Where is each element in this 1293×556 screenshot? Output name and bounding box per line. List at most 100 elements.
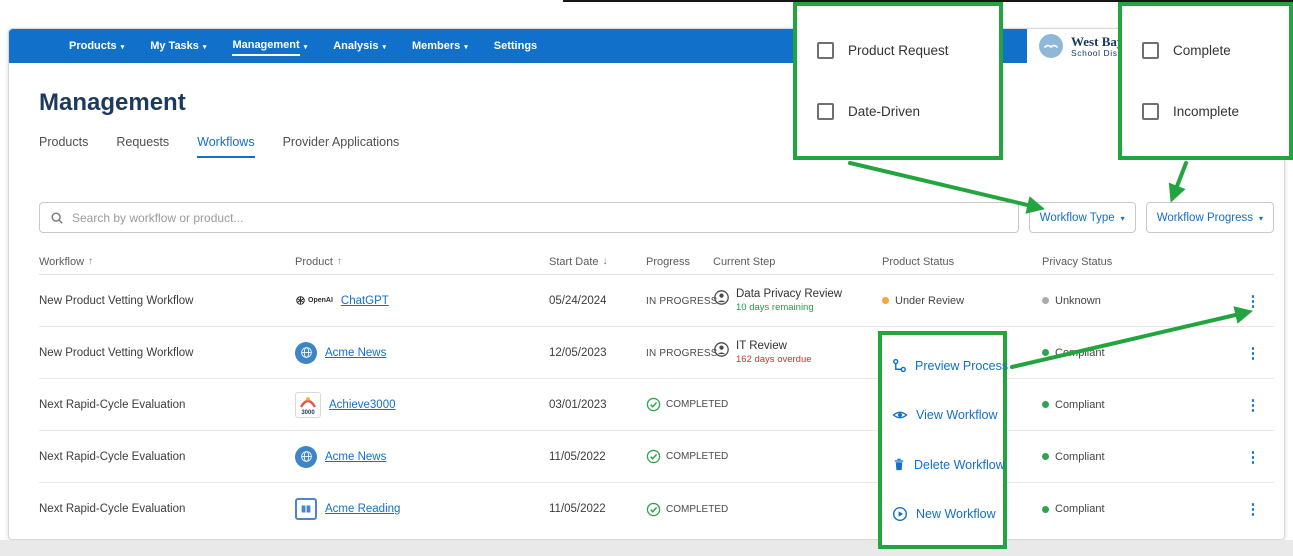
chevron-down-icon: ▾ — [382, 44, 386, 51]
row-actions-menu-button[interactable]: ⋮ — [1246, 500, 1261, 518]
product-link[interactable]: Achieve3000 — [329, 399, 396, 411]
table-row[interactable]: Next Rapid-Cycle Evaluation 3000 Achieve… — [39, 379, 1274, 431]
privacy-status: Compliant — [1055, 450, 1105, 463]
status-dot — [882, 297, 889, 304]
menu-item-preview-process[interactable]: Preview Process — [882, 358, 1008, 373]
menu-item-view-workflow[interactable]: View Workflow — [882, 407, 1003, 423]
top-navbar: Products ▾ My Tasks ▾ Management ▾ Analy… — [9, 29, 1284, 63]
checkbox[interactable] — [1142, 42, 1159, 59]
workflow-progress-options-callout: Complete Incomplete — [1118, 2, 1293, 160]
filter-option-incomplete[interactable]: Incomplete — [1142, 103, 1269, 120]
trash-icon — [894, 458, 904, 471]
row-actions-menu-callout: Preview Process View Workflow Delete Wor… — [878, 331, 1008, 549]
progress-status: COMPLETED — [666, 451, 729, 462]
nav-item-analysis[interactable]: Analysis ▾ — [333, 38, 386, 55]
chevron-down-icon: ▾ — [1258, 214, 1263, 223]
page-title: Management — [39, 89, 186, 116]
row-actions-menu-button[interactable]: ⋮ — [1246, 448, 1261, 466]
workflow-name: Next Rapid-Cycle Evaluation — [39, 450, 186, 463]
workflow-name: Next Rapid-Cycle Evaluation — [39, 398, 186, 411]
tab-workflows[interactable]: Workflows — [197, 135, 255, 158]
progress-status: COMPLETED — [666, 399, 729, 410]
column-header-workflow[interactable]: Workflow ↑ — [39, 256, 295, 268]
progress-status: IN PROGRESS — [646, 347, 718, 359]
column-header-product[interactable]: Product ↑ — [295, 256, 549, 268]
workflows-table: Workflow ↑ Product ↑ Start Date ↓ Progress … — [39, 249, 1274, 535]
nav-item-products[interactable]: Products ▾ — [69, 38, 124, 55]
checkbox[interactable] — [817, 103, 834, 120]
status-dot — [1042, 297, 1049, 304]
menu-item-new-workflow[interactable]: New Workflow — [882, 506, 1003, 522]
column-header-progress[interactable]: Progress — [646, 256, 713, 268]
chevron-down-icon: ▾ — [120, 44, 125, 51]
status-dot — [1042, 349, 1049, 356]
table-row[interactable]: New Product Vetting Workflow OpenAI Chat… — [39, 275, 1274, 327]
workflow-type-dropdown[interactable]: Workflow Type ▾ — [1028, 202, 1136, 233]
filter-option-complete[interactable]: Complete — [1142, 42, 1269, 59]
privacy-status: Unknown — [1055, 294, 1101, 307]
row-actions-menu-button[interactable]: ⋮ — [1246, 396, 1261, 414]
column-header-product-status[interactable]: Product Status — [882, 256, 1042, 268]
filter-option-date-driven[interactable]: Date-Driven — [817, 103, 979, 120]
assignee-icon — [713, 341, 730, 358]
workflow-type-options-callout: Product Request Date-Driven — [793, 2, 1003, 160]
achieve3000-logo-icon: 3000 — [295, 391, 321, 418]
status-dot — [1042, 401, 1049, 408]
status-dot — [1042, 505, 1049, 513]
column-header-privacy-status[interactable]: Privacy Status — [1042, 256, 1232, 268]
column-header-current-step[interactable]: Current Step — [713, 256, 882, 268]
chevron-down-icon: ▾ — [1120, 214, 1125, 223]
nav-item-settings[interactable]: Settings — [494, 38, 537, 55]
check-circle-icon — [646, 397, 661, 412]
product-link[interactable]: Acme News — [325, 451, 386, 463]
filter-option-product-request[interactable]: Product Request — [817, 42, 979, 59]
screenshot-top-border — [563, 0, 1293, 2]
start-date: 12/05/2023 — [549, 346, 607, 359]
checkbox[interactable] — [1142, 103, 1159, 120]
chevron-down-icon: ▾ — [303, 44, 308, 51]
eye-icon — [892, 411, 908, 419]
assignee-icon — [713, 289, 730, 306]
current-step-name: Data Privacy Review — [736, 288, 843, 300]
play-icon — [892, 506, 908, 522]
workflow-progress-dropdown[interactable]: Workflow Progress ▾ — [1145, 202, 1274, 233]
progress-status: IN PROGRESS — [646, 295, 718, 307]
openai-logo-icon: OpenAI — [295, 295, 333, 306]
table-header: Workflow ↑ Product ↑ Start Date ↓ Progress … — [39, 249, 1274, 275]
status-dot — [1042, 453, 1049, 460]
search-box[interactable] — [39, 202, 1019, 233]
table-row[interactable]: Next Rapid-Cycle Evaluation Acme Reading… — [39, 483, 1274, 535]
chevron-down-icon: ▾ — [464, 44, 468, 51]
menu-item-delete-workflow[interactable]: Delete Workflow — [882, 457, 1005, 472]
table-row[interactable]: Next Rapid-Cycle Evaluation Acme News 11… — [39, 431, 1274, 483]
nav-item-my-tasks[interactable]: My Tasks ▾ — [150, 38, 206, 55]
tab-provider-applications[interactable]: Provider Applications — [283, 135, 400, 158]
row-actions-menu-button[interactable]: ⋮ — [1246, 344, 1261, 362]
tab-requests[interactable]: Requests — [116, 135, 169, 158]
current-step-name: IT Review — [736, 340, 787, 352]
workflow-name: Next Rapid-Cycle Evaluation — [39, 503, 186, 515]
acme-news-logo-icon — [295, 341, 317, 364]
checkbox[interactable] — [817, 42, 834, 59]
process-icon — [893, 358, 906, 373]
start-date: 05/24/2024 — [549, 294, 607, 307]
product-link[interactable]: Acme Reading — [325, 503, 400, 515]
product-link[interactable]: Acme News — [325, 347, 386, 359]
due-note: 162 days overdue — [736, 354, 812, 365]
search-input[interactable] — [72, 210, 1008, 225]
org-subname: School Distr — [1071, 47, 1125, 58]
table-row[interactable]: New Product Vetting Workflow Acme News 1… — [39, 327, 1274, 379]
product-link[interactable]: ChatGPT — [341, 295, 389, 307]
nav-item-management[interactable]: Management ▾ — [232, 37, 307, 56]
row-actions-menu-button[interactable]: ⋮ — [1246, 292, 1261, 310]
nav-item-members[interactable]: Members ▾ — [412, 38, 468, 55]
column-header-start-date[interactable]: Start Date ↓ — [549, 256, 646, 268]
privacy-status: Compliant — [1055, 346, 1105, 359]
workflow-name: New Product Vetting Workflow — [39, 346, 194, 359]
openai-wordmark: OpenAI — [308, 297, 333, 304]
achieve3000-wordmark: 3000 — [301, 409, 315, 416]
start-date: 03/01/2023 — [549, 398, 607, 411]
search-icon — [50, 211, 64, 225]
tab-products[interactable]: Products — [39, 135, 88, 158]
start-date: 11/05/2022 — [549, 450, 606, 463]
